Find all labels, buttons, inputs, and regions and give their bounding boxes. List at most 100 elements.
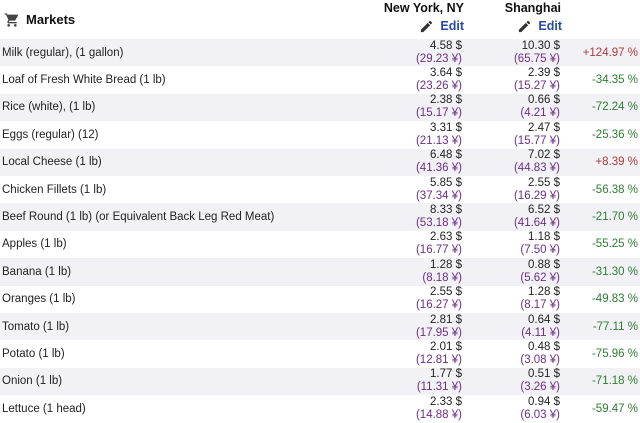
city1-price-usd: 3.31 $ xyxy=(430,121,462,134)
city2-price-cny: (3.08 ¥) xyxy=(520,353,560,366)
city2-price: 0.66 $ (4.21 ¥) xyxy=(468,93,566,122)
price-difference: -31.30 % xyxy=(566,258,640,286)
city2-price: 6.52 $ (41.64 ¥) xyxy=(468,203,566,231)
pencil-icon xyxy=(517,19,532,34)
table-row: Beef Round (1 lb) (or Equivalent Back Le… xyxy=(0,203,640,231)
city1-price: 3.31 $ (21.13 ¥) xyxy=(350,121,468,149)
city2-price-cny: (15.77 ¥) xyxy=(513,134,560,147)
city2-price: 1.28 $ (8.17 ¥) xyxy=(468,285,566,313)
city1-price-cny: (11.31 ¥) xyxy=(416,381,462,394)
city2-price-usd: 2.55 $ xyxy=(528,176,560,189)
price-difference: -72.24 % xyxy=(566,93,640,122)
city2-price: 2.55 $ (16.29 ¥) xyxy=(468,175,566,204)
city1-price: 8.33 $ (53.18 ¥) xyxy=(350,203,468,231)
city2-price-usd: 2.47 $ xyxy=(528,121,560,134)
section-title: Markets xyxy=(26,12,76,27)
table-row: Local Cheese (1 lb) 6.48 $ (41.36 ¥) 7.02 $… xyxy=(0,148,640,176)
markets-header: Markets xyxy=(0,0,350,39)
city2-edit-link[interactable]: Edit xyxy=(538,19,562,33)
item-name: Oranges (1 lb) xyxy=(0,285,350,313)
item-name: Tomato (1 lb) xyxy=(0,312,350,341)
city1-price: 2.63 $ (16.77 ¥) xyxy=(350,230,468,259)
city1-price-usd: 2.81 $ xyxy=(430,313,462,326)
item-name: Milk (regular), (1 gallon) xyxy=(0,39,350,67)
city2-price: 10.30 $ (65.75 ¥) xyxy=(468,39,566,67)
table-row: Milk (regular), (1 gallon) 4.58 $ (29.23 ¥… xyxy=(0,39,640,67)
table-row: Lettuce (1 head) 2.33 $ (14.88 ¥) 0.94 $ (6.… xyxy=(0,395,640,423)
city1-price-cny: (53.18 ¥) xyxy=(415,217,462,230)
item-name: Lettuce (1 head) xyxy=(0,395,350,423)
city2-price: 0.64 $ (4.11 ¥) xyxy=(468,312,566,341)
price-difference: -56.38 % xyxy=(566,175,640,204)
price-difference: -25.36 % xyxy=(566,121,640,149)
price-difference: -71.18 % xyxy=(566,367,640,396)
item-name: Apples (1 lb) xyxy=(0,230,350,259)
city1-price-usd: 2.33 $ xyxy=(430,395,462,408)
city1-price: 5.85 $ (37.34 ¥) xyxy=(350,175,468,204)
item-name: Eggs (regular) (12) xyxy=(0,121,350,149)
city1-price-cny: (14.88 ¥) xyxy=(415,408,462,421)
city2-price-cny: (6.03 ¥) xyxy=(520,408,560,421)
city1-price-usd: 2.01 $ xyxy=(430,340,462,353)
city1-price-cny: (16.77 ¥) xyxy=(415,244,462,257)
city1-price-cny: (15.17 ¥) xyxy=(415,107,462,120)
city1-price-usd: 1.28 $ xyxy=(430,258,462,271)
city2-price: 1.18 $ (7.50 ¥) xyxy=(468,230,566,259)
table-row: Oranges (1 lb) 2.55 $ (16.27 ¥) 1.28 $ (8.17… xyxy=(0,285,640,313)
city2-price-usd: 6.52 $ xyxy=(528,204,560,217)
city2-price-cny: (65.75 ¥) xyxy=(513,52,560,65)
city2-price-cny: (3.26 ¥) xyxy=(520,381,560,394)
city1-price-usd: 1.77 $ xyxy=(430,368,462,381)
city1-price-usd: 2.55 $ xyxy=(430,286,462,299)
city1-price-cny: (23.26 ¥) xyxy=(415,80,462,93)
city1-price: 1.77 $ (11.31 ¥) xyxy=(350,367,468,396)
item-name: Potato (1 lb) xyxy=(0,340,350,368)
city1-price: 2.01 $ (12.81 ¥) xyxy=(350,340,468,368)
city2-price-usd: 7.02 $ xyxy=(528,149,560,162)
city1-price-cny: (37.34 ¥) xyxy=(415,189,462,202)
table-header-row: Markets New York, NY Edit Shanghai Edit xyxy=(0,0,640,39)
city1-price: 2.81 $ (17.95 ¥) xyxy=(350,312,468,341)
city2-edit-button[interactable]: Edit xyxy=(468,16,566,36)
city1-price: 2.33 $ (14.88 ¥) xyxy=(350,395,468,423)
item-name: Beef Round (1 lb) (or Equivalent Back Le… xyxy=(0,203,350,231)
city2-price: 2.47 $ (15.77 ¥) xyxy=(468,121,566,149)
city1-price-cny: (29.23 ¥) xyxy=(415,52,462,65)
shopping-cart-icon xyxy=(4,12,20,28)
city2-price-usd: 0.94 $ xyxy=(528,395,560,408)
city1-price: 2.38 $ (15.17 ¥) xyxy=(350,93,468,122)
item-name: Onion (1 lb) xyxy=(0,367,350,396)
city1-price-usd: 2.38 $ xyxy=(430,94,462,107)
city2-price-cny: (16.29 ¥) xyxy=(513,189,560,202)
city2-price-cny: (4.11 ¥) xyxy=(521,326,560,339)
difference-header xyxy=(566,0,640,39)
city2-price: 2.39 $ (15.27 ¥) xyxy=(468,66,566,94)
markets-price-table: Markets New York, NY Edit Shanghai Edit … xyxy=(0,0,640,423)
table-row: Potato (1 lb) 2.01 $ (12.81 ¥) 0.48 $ (3.08 … xyxy=(0,340,640,368)
city2-price-usd: 0.48 $ xyxy=(528,340,560,353)
table-row: Banana (1 lb) 1.28 $ (8.18 ¥) 0.88 $ (5.62 ¥… xyxy=(0,258,640,286)
city1-price-usd: 2.63 $ xyxy=(430,231,462,244)
city2-price-usd: 1.28 $ xyxy=(528,286,560,299)
city2-price-usd: 0.66 $ xyxy=(528,94,560,107)
city2-price-cny: (44.83 ¥) xyxy=(513,162,560,175)
item-name: Chicken Fillets (1 lb) xyxy=(0,175,350,204)
city2-price-usd: 0.51 $ xyxy=(528,368,560,381)
price-difference: -59.47 % xyxy=(566,395,640,423)
city1-edit-button[interactable]: Edit xyxy=(350,16,468,36)
city2-price-usd: 1.18 $ xyxy=(528,231,560,244)
city1-price-usd: 4.58 $ xyxy=(430,39,462,52)
city1-price: 1.28 $ (8.18 ¥) xyxy=(350,258,468,286)
city1-name: New York, NY xyxy=(383,1,464,15)
price-difference: +8.39 % xyxy=(566,148,640,176)
city1-price-usd: 6.48 $ xyxy=(430,149,462,162)
city2-price-cny: (4.21 ¥) xyxy=(520,107,560,120)
city1-price: 2.55 $ (16.27 ¥) xyxy=(350,285,468,313)
city2-price: 0.48 $ (3.08 ¥) xyxy=(468,340,566,368)
city2-price: 7.02 $ (44.83 ¥) xyxy=(468,148,566,176)
city2-header: Shanghai Edit xyxy=(468,0,566,39)
price-difference: -55.25 % xyxy=(566,230,640,259)
city1-price: 6.48 $ (41.36 ¥) xyxy=(350,148,468,176)
table-row: Onion (1 lb) 1.77 $ (11.31 ¥) 0.51 $ (3.26 ¥… xyxy=(0,367,640,396)
city1-edit-link[interactable]: Edit xyxy=(440,19,464,33)
